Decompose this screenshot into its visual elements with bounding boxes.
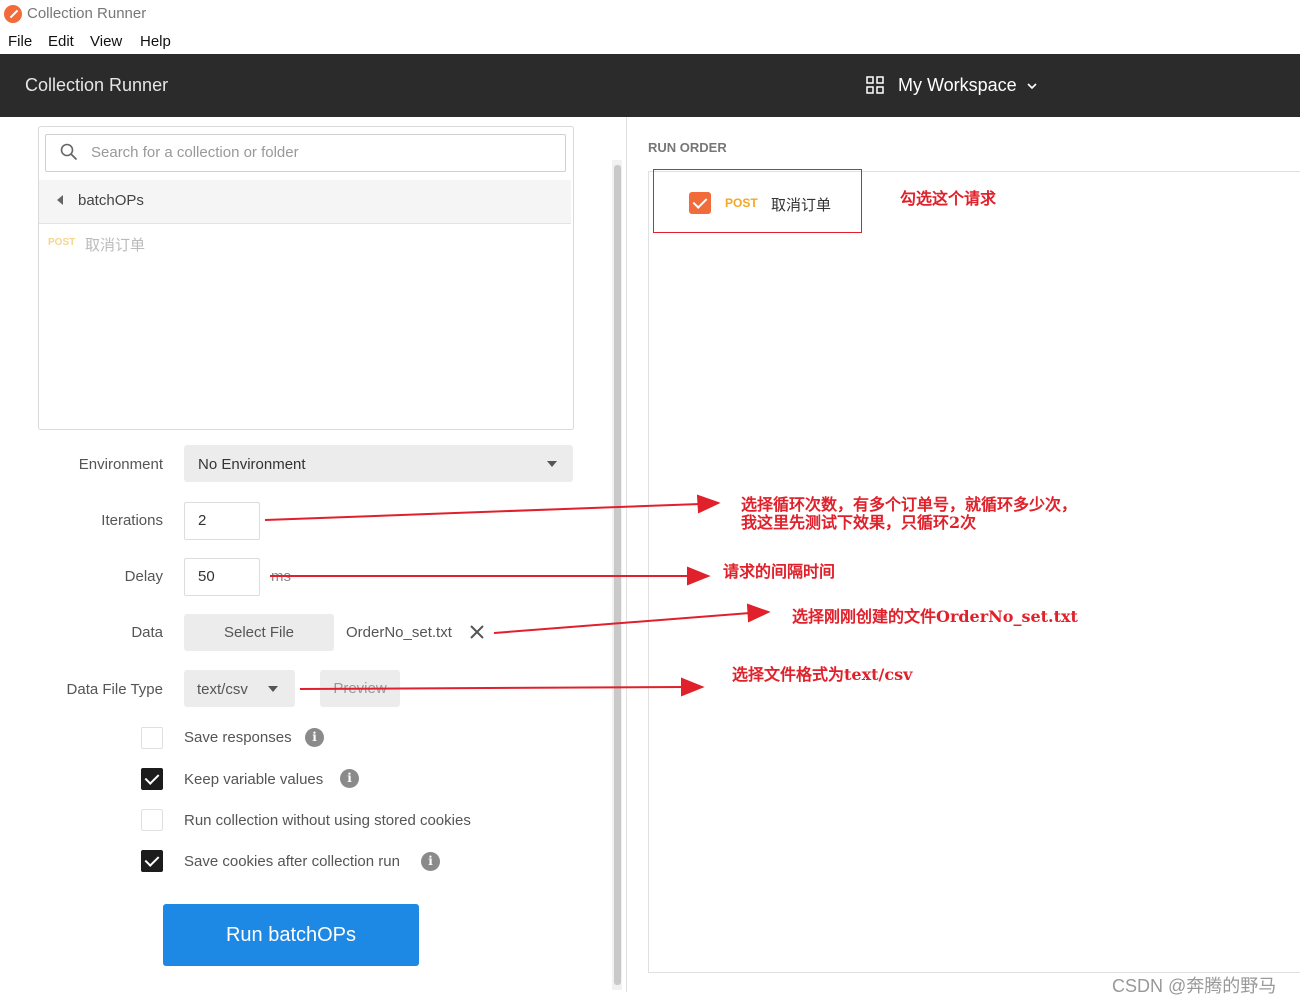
app-header — [0, 54, 1300, 117]
save-cookies-label: Save cookies after collection run — [184, 853, 400, 870]
request-item-name[interactable]: 取消订单 — [85, 234, 145, 255]
environment-label: Environment — [78, 456, 163, 473]
scrollbar-thumb[interactable] — [614, 165, 621, 985]
annotation-data-file: 选择刚刚创建的文件OrderNo_set.txt — [792, 607, 1078, 626]
run-without-cookies-label: Run collection without using stored cook… — [184, 812, 471, 829]
title-bar — [0, 0, 1300, 30]
close-icon[interactable] — [468, 623, 486, 641]
chevron-down-icon[interactable] — [1026, 80, 1038, 92]
annotation-delay: 请求的间隔时间 — [723, 562, 836, 581]
request-method-badge: POST — [48, 237, 76, 248]
environment-value: No Environment — [198, 456, 306, 473]
select-file-button[interactable]: Select File — [184, 614, 334, 651]
caret-down-icon[interactable] — [547, 461, 557, 467]
delay-value: 50 — [198, 568, 215, 585]
delay-unit: ms — [271, 568, 291, 585]
workspace-grid-icon[interactable] — [866, 76, 884, 94]
search-placeholder: Search for a collection or folder — [91, 144, 299, 161]
data-label: Data — [131, 624, 163, 641]
menu-help[interactable]: Help — [140, 33, 171, 50]
save-responses-label: Save responses — [184, 729, 292, 746]
iterations-label: Iterations — [101, 512, 163, 529]
info-icon[interactable]: i — [421, 852, 440, 871]
data-file-type-label: Data File Type — [66, 681, 163, 698]
run-order-item-name: 取消订单 — [771, 197, 832, 214]
keep-variable-values-label: Keep variable values — [184, 771, 324, 788]
info-icon[interactable]: i — [340, 769, 359, 788]
selected-file-name: OrderNo_set.txt — [346, 624, 452, 641]
run-without-cookies-checkbox[interactable] — [141, 809, 163, 831]
annotation-select-request: 勾选这个请求 — [900, 189, 997, 208]
save-responses-checkbox[interactable] — [141, 727, 163, 749]
menu-edit[interactable]: Edit — [48, 33, 74, 50]
watermark: CSDN @奔腾的野马 — [1112, 976, 1277, 996]
iterations-value: 2 — [198, 512, 207, 529]
preview-button[interactable]: Preview — [320, 670, 400, 707]
delay-label: Delay — [124, 568, 163, 585]
run-order-item-method: POST — [725, 196, 758, 210]
delay-input[interactable] — [184, 558, 260, 596]
keep-variable-values-checkbox[interactable] — [141, 768, 163, 790]
window-title: Collection Runner — [27, 5, 147, 22]
info-icon[interactable]: i — [305, 728, 324, 747]
header-title: Collection Runner — [25, 75, 169, 95]
folder-label: batchOPs — [78, 192, 144, 209]
caret-left-icon[interactable] — [57, 195, 63, 205]
annotation-iterations-line2: 我这里先测试下效果，只循环2次 — [741, 513, 977, 532]
data-file-type-value: text/csv — [197, 681, 248, 698]
postman-logo-icon — [4, 5, 22, 23]
search-icon — [60, 143, 78, 161]
caret-down-icon[interactable] — [268, 686, 278, 692]
run-order-item-checkbox[interactable] — [689, 192, 711, 214]
menu-view[interactable]: View — [90, 33, 122, 50]
menu-file[interactable]: File — [8, 33, 32, 50]
run-order-title: RUN ORDER — [648, 140, 727, 155]
run-collection-button[interactable]: Run batchOPs — [163, 904, 419, 966]
iterations-input[interactable] — [184, 502, 260, 540]
annotation-file-type: 选择文件格式为text/csv — [732, 665, 913, 684]
menu-bar: File Edit View Help — [0, 30, 1300, 54]
panel-divider — [626, 117, 627, 992]
save-cookies-checkbox[interactable] — [141, 850, 163, 872]
workspace-selector[interactable]: My Workspace — [898, 75, 1017, 96]
